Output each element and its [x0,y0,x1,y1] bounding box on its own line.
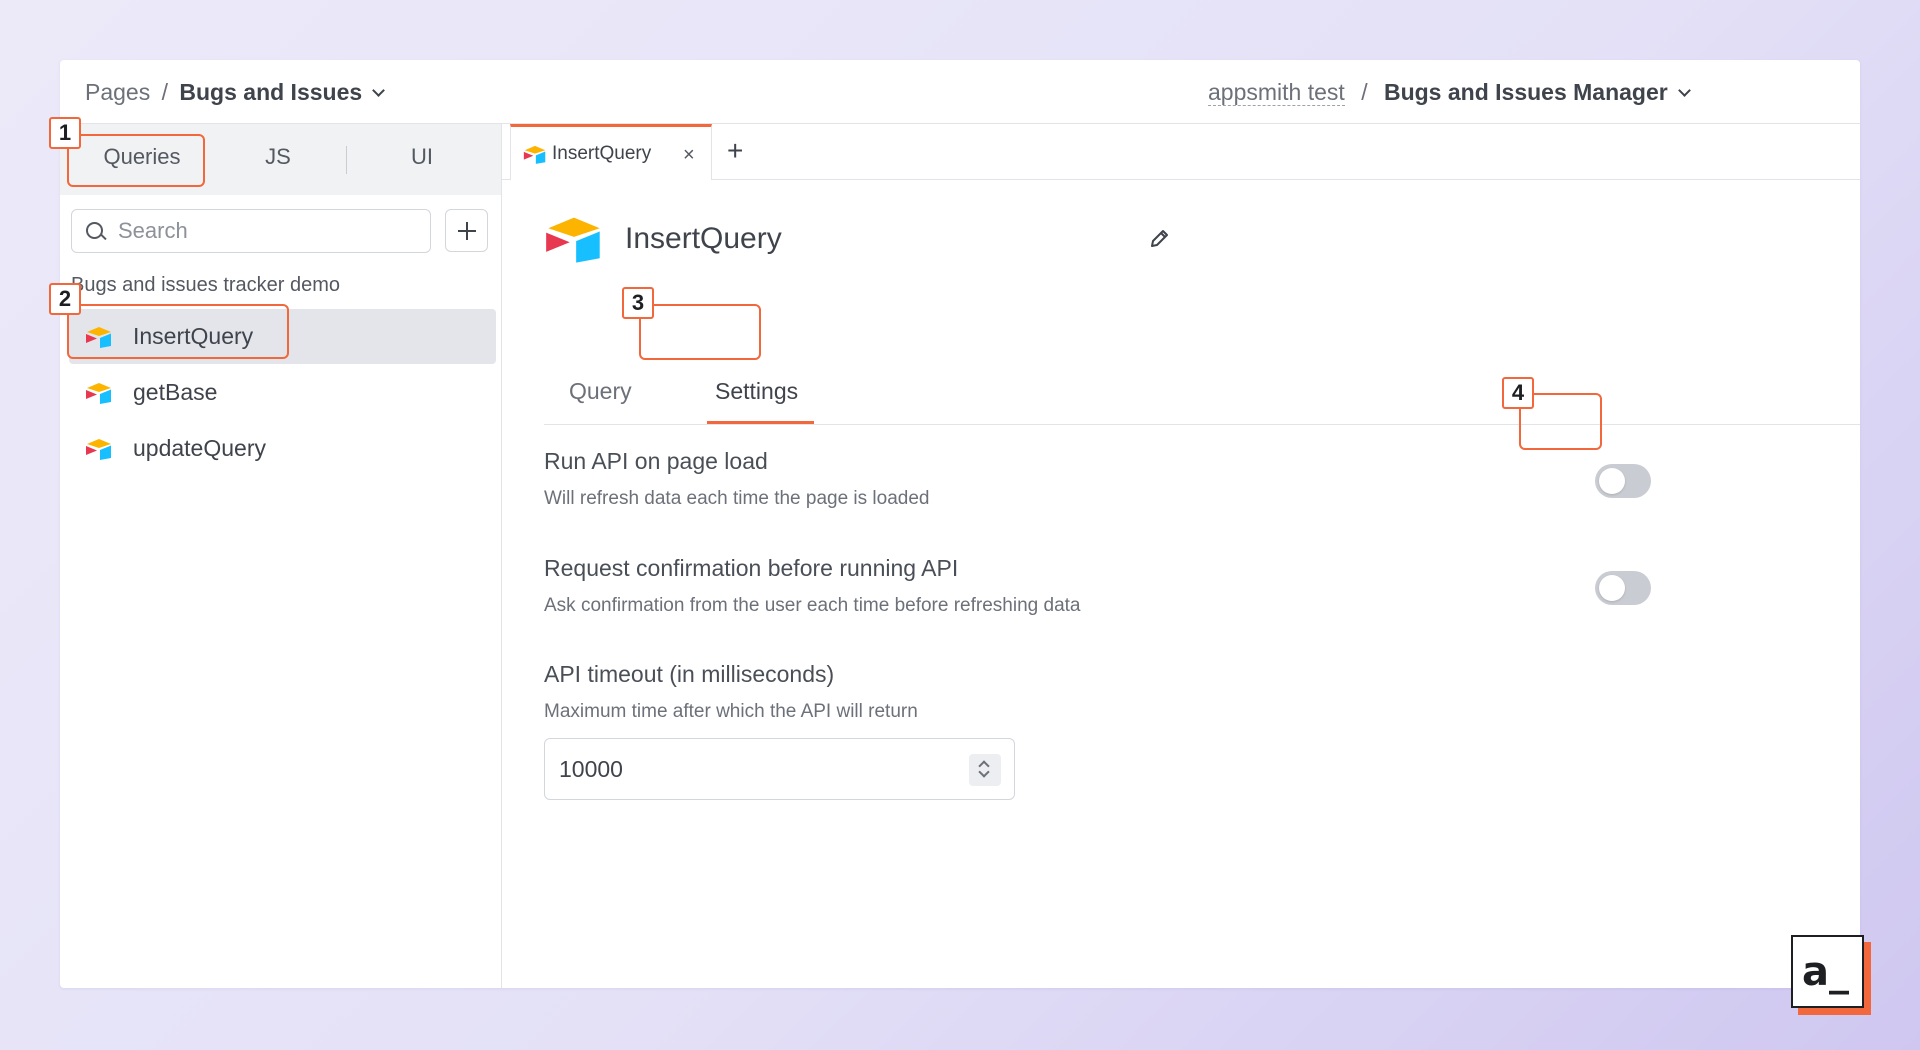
toggle-knob [1599,468,1625,494]
segment-ui[interactable]: UI [352,144,492,170]
airtable-logo-icon [523,145,546,164]
airtable-logo-icon [86,439,111,460]
annotation-number-2: 2 [49,283,81,315]
editor-window: Pages / Bugs and Issues appsmith test / … [60,60,1860,988]
current-page-label: Bugs and Issues [179,79,363,105]
query-item-label: updateQuery [133,435,266,461]
workspace-link[interactable]: appsmith test [1208,79,1345,106]
annotation-box-2 [67,304,289,359]
annotation-number-4: 4 [1502,377,1534,409]
new-tab-button[interactable]: + [727,135,743,167]
segment-divider [346,146,347,174]
pages-link[interactable]: Pages [85,79,150,105]
chevron-down-icon [372,84,386,97]
annotation-box-3 [639,304,761,360]
file-tab-insertquery[interactable]: InsertQuery × [510,124,712,180]
query-item-label: getBase [133,379,218,405]
close-icon[interactable]: × [683,144,695,167]
chevron-down-icon [1677,84,1691,97]
timeout-input[interactable]: 10000 [544,738,1015,800]
tab-query[interactable]: Query [569,378,632,405]
pencil-icon[interactable] [1148,228,1170,250]
setting-run-on-load-title: Run API on page load [544,448,768,474]
query-item-updatequery[interactable]: updateQuery [69,421,496,476]
file-tab-label: InsertQuery [552,143,652,164]
entity-explorer: Queries JS UI Bugs and issues tracker de… [60,124,502,988]
app-separator: / [1361,79,1368,105]
query-editor: InsertQuery × + InsertQuery Query Settin… [502,124,1860,988]
app-breadcrumb: appsmith test / Bugs and Issues Manager [1208,79,1691,106]
appsmith-logo: a_ [1791,935,1871,1015]
segment-js[interactable]: JS [208,144,348,170]
airtable-logo-icon [86,383,111,404]
logo-text: a_ [1802,949,1849,995]
number-stepper[interactable] [969,754,1001,786]
setting-timeout-description: Maximum time after which the API will re… [544,701,918,722]
current-page-selector[interactable]: Bugs and Issues [179,79,386,105]
group-label: Bugs and issues tracker demo [71,274,341,296]
breadcrumb-separator: / [161,79,168,105]
search-box[interactable] [71,209,431,253]
query-title: InsertQuery [625,222,782,255]
file-tabs: InsertQuery × + [502,124,1860,180]
annotation-box-1 [67,134,205,187]
breadcrumb: Pages / Bugs and Issues [85,79,386,106]
logo-face: a_ [1791,935,1864,1008]
top-bar: Pages / Bugs and Issues appsmith test / … [60,60,1860,124]
annotation-number-3: 3 [622,287,654,319]
setting-confirmation-description: Ask confirmation from the user each time… [544,595,1081,616]
app-name-label: Bugs and Issues Manager [1383,79,1668,105]
annotation-number-1: 1 [49,117,81,149]
setting-confirmation-title: Request confirmation before running API [544,555,959,581]
add-query-button[interactable] [445,209,488,252]
tabs-divider [544,424,1860,425]
timeout-value: 10000 [559,756,623,782]
query-item-getbase[interactable]: getBase [69,365,496,420]
toggle-knob [1599,575,1625,601]
confirmation-toggle[interactable] [1595,571,1651,605]
setting-run-on-load-description: Will refresh data each time the page is … [544,488,930,509]
airtable-logo-icon [546,217,600,263]
tab-settings[interactable]: Settings [715,378,798,405]
run-on-load-toggle[interactable] [1595,464,1651,498]
search-input[interactable] [118,218,418,244]
setting-timeout-title: API timeout (in milliseconds) [544,661,835,687]
app-name-selector[interactable]: Bugs and Issues Manager [1383,79,1691,105]
search-icon [86,222,103,239]
